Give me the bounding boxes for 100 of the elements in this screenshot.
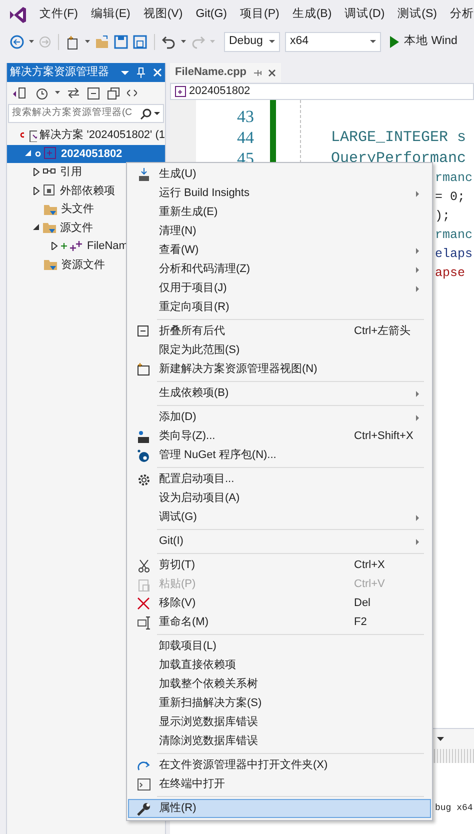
code-line: LARGE_INTEGER s	[331, 128, 466, 148]
clipboard-icon	[137, 578, 151, 592]
menu-item[interactable]: 在文件资源管理器中打开文件夹(X)	[128, 756, 431, 775]
menu-item[interactable]: 重命名(M) F2	[128, 613, 431, 632]
remove-icon	[137, 596, 151, 610]
menu-item[interactable]: 生成依赖项(B)	[128, 384, 431, 403]
menu-item[interactable]: 卸载项目(L)	[128, 637, 431, 656]
scissors-icon	[137, 558, 151, 572]
menu-item[interactable]: 查看(W)	[128, 241, 431, 260]
menu-item[interactable]: 分析和代码清理(Z)	[128, 260, 431, 279]
menu-item[interactable]: 测试(S)	[398, 6, 437, 24]
menu-item[interactable]: 设为启动项目(A)	[128, 489, 431, 508]
undo-icon[interactable]	[162, 35, 176, 49]
menu-item[interactable]: 生成(B)	[292, 6, 332, 24]
search-field[interactable]: 搜索解决方案资源管理器(C	[8, 104, 164, 123]
expanded-icon[interactable]	[33, 224, 40, 232]
code-icon[interactable]	[127, 89, 137, 97]
dropdown[interactable]: Debug	[224, 32, 280, 52]
history-icon[interactable]	[34, 86, 48, 100]
terminal-icon	[137, 778, 151, 792]
menu-item[interactable]: 编辑(E)	[91, 6, 130, 24]
gear-icon	[137, 472, 151, 486]
menu-item[interactable]: 属性(R)	[128, 799, 431, 818]
menu-item[interactable]: 折叠所有后代 Ctrl+左箭头	[128, 322, 431, 341]
collapsed-icon[interactable]	[51, 242, 58, 250]
menu-item[interactable]: 重新生成(E)	[128, 203, 431, 222]
folder-icon	[44, 258, 58, 272]
folder-icon	[43, 221, 57, 234]
menu-item[interactable]: 移除(V) Del	[128, 594, 431, 613]
caret-icon[interactable]	[29, 40, 34, 44]
close-icon[interactable]	[268, 68, 276, 76]
menu-item[interactable]: 重新扫描解决方案(S)	[128, 694, 431, 713]
menu-item[interactable]: 调试(D)	[344, 6, 385, 24]
menu-item[interactable]: 分析	[450, 6, 474, 24]
menu-item[interactable]: 限定为此范围(S)	[128, 341, 431, 360]
menu-item[interactable]: 重定向项目(R)	[128, 298, 431, 317]
new-project-icon[interactable]	[66, 34, 80, 50]
menu-item[interactable]: 在终端中打开	[128, 775, 431, 794]
code-text: rmanc	[435, 227, 473, 244]
menu-item[interactable]: 类向导(Z)... Ctrl+Shift+X	[128, 427, 431, 446]
run-button[interactable]: 本地 Wind	[390, 33, 458, 51]
cpp-file-icon	[70, 240, 84, 253]
back-icon[interactable]	[10, 35, 24, 49]
code-text: = 0;	[435, 189, 466, 206]
menu-item[interactable]: 添加(D)	[128, 408, 431, 427]
dropdown[interactable]: x64	[285, 32, 381, 52]
save-all-icon[interactable]	[133, 35, 147, 49]
package-icon	[137, 448, 151, 462]
folder-icon	[44, 202, 58, 216]
code-text: apse	[435, 265, 466, 282]
menu-item[interactable]: Git(G)	[196, 6, 227, 24]
line-number: 44	[236, 127, 254, 148]
tree-item[interactable]: 2024051802	[7, 144, 165, 163]
app-logo-icon	[8, 5, 26, 25]
expanded-icon[interactable]	[25, 150, 32, 158]
save-icon[interactable]	[114, 35, 128, 49]
menu-item[interactable]: 仅用于项目(J)	[128, 279, 431, 298]
collapse-all-icon[interactable]	[87, 86, 100, 100]
caret-icon[interactable]	[85, 40, 90, 44]
menu-item[interactable]: 视图(V)	[143, 6, 183, 24]
menu-item[interactable]: 运行 Build Insights	[128, 184, 431, 203]
caret-icon	[269, 40, 275, 44]
menu-item[interactable]: 剪切(T) Ctrl+X	[128, 556, 431, 575]
menu-item[interactable]: Git(I)	[128, 532, 431, 551]
sync-icon[interactable]	[67, 88, 80, 98]
editor-tab[interactable]: FileName.cpp	[170, 63, 281, 82]
collapse-icon	[137, 324, 151, 338]
caret-icon[interactable]	[181, 40, 186, 44]
menu-item[interactable]: 项目(P)	[240, 6, 280, 24]
caret-icon[interactable]	[154, 112, 160, 116]
collapsed-icon[interactable]	[33, 186, 40, 195]
rename-icon	[137, 616, 151, 630]
project-icon	[175, 86, 186, 97]
menu-item[interactable]: 加载整个依赖关系树	[128, 675, 431, 694]
open-folder-icon[interactable]	[95, 35, 109, 49]
dropdown-icon[interactable]	[437, 736, 444, 742]
menu-item[interactable]: 显示浏览数据库错误	[128, 713, 431, 732]
copy-icon[interactable]	[107, 86, 120, 100]
caret-icon[interactable]	[55, 91, 60, 95]
menu-item[interactable]: 清理(N)	[128, 222, 431, 241]
menu-item[interactable]: 配置启动项目...	[128, 470, 431, 489]
collapsed-icon[interactable]	[33, 168, 40, 176]
menu-item[interactable]: 清除浏览数据库错误	[128, 732, 431, 751]
menu-item[interactable]: 加载直接依赖项	[128, 656, 431, 675]
pin-icon[interactable]	[252, 68, 262, 76]
search-icon[interactable]	[140, 108, 152, 120]
panel-title: 解决方案资源管理器	[10, 64, 110, 80]
class-wizard-icon	[137, 430, 151, 444]
menu-item[interactable]: 文件(F)	[39, 6, 78, 24]
switch-views-icon[interactable]	[11, 86, 27, 100]
menu-item[interactable]: 管理 NuGet 程序包(N)...	[128, 446, 431, 465]
code-text: );	[435, 208, 452, 225]
plus-icon	[61, 242, 67, 250]
output-line: bug x64	[435, 802, 474, 815]
build-icon	[137, 168, 151, 182]
menu-item[interactable]: 新建解决方案资源管理器视图(N)	[128, 360, 431, 379]
code-text: elaps	[435, 246, 473, 263]
tree-item[interactable]: 解决方案 '2024051802' (1	[7, 126, 165, 144]
dropdown-icon[interactable]	[121, 70, 129, 76]
menu-item[interactable]: 调试(G)	[128, 508, 431, 527]
